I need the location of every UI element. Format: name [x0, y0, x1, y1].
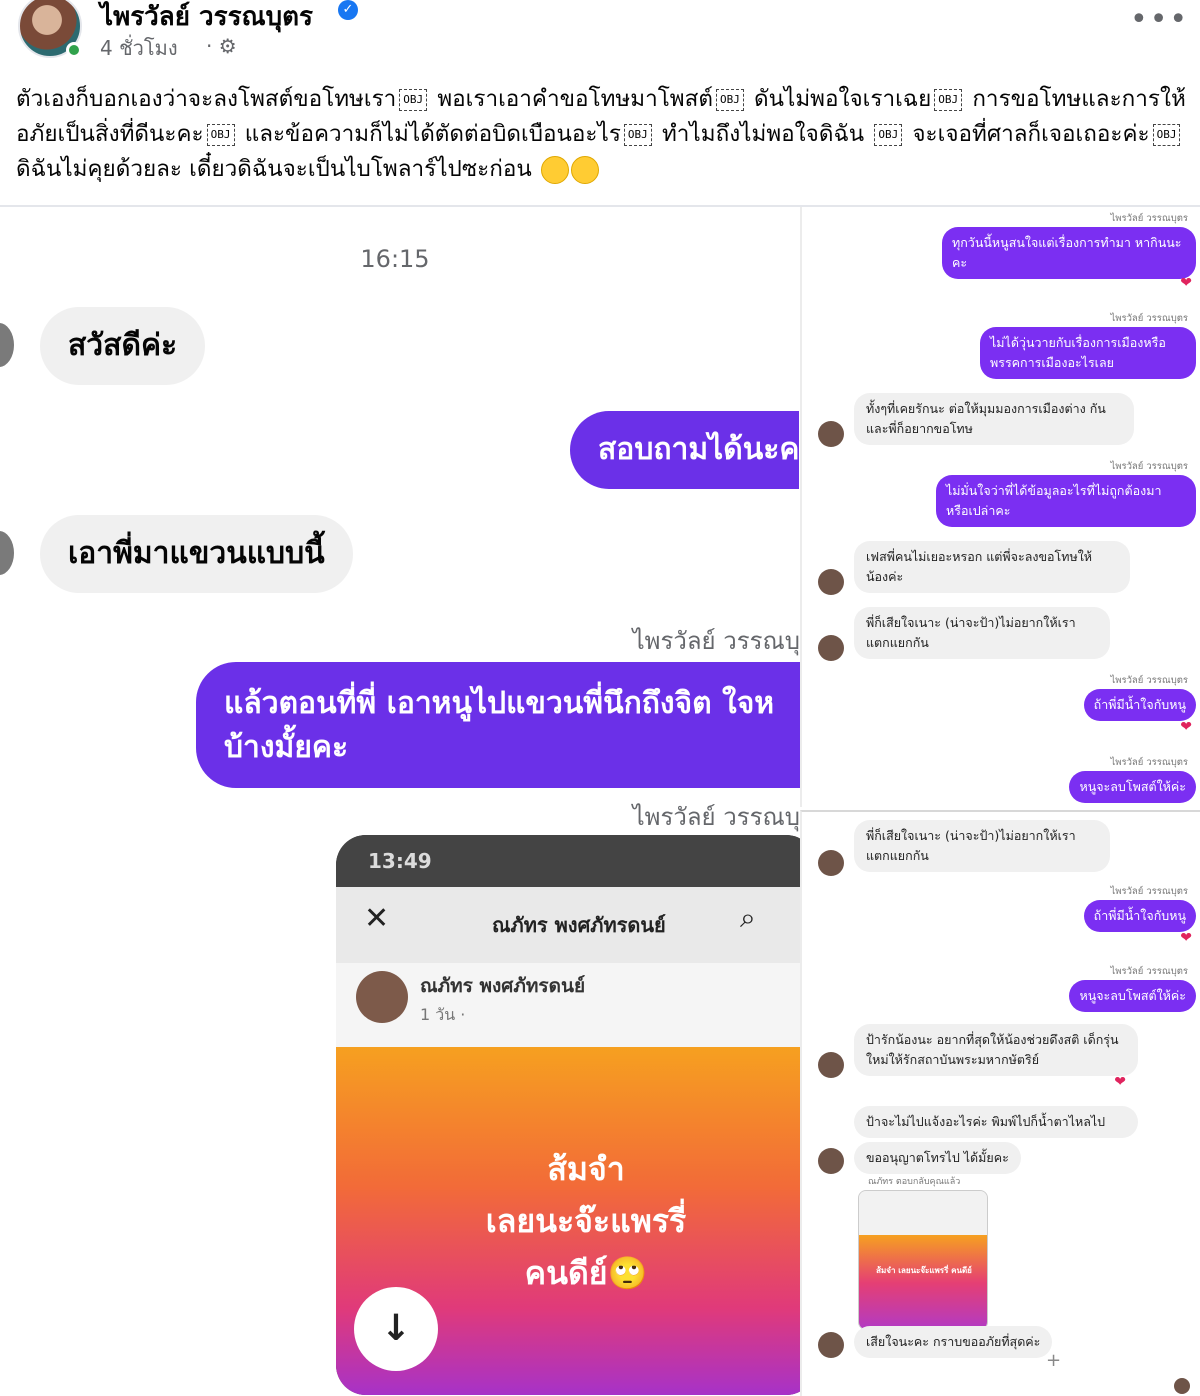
card-title: ณภัทร พงศภัทรดนย์ [492, 913, 666, 937]
sender-label: ไพรวัลย์ วรรณบุ [632, 803, 800, 831]
incoming-message: เอาพี่มาแขวนแบบนี้ [40, 515, 353, 593]
verified-badge-icon: ✓ [338, 0, 358, 20]
contact-avatar [818, 1148, 844, 1174]
chat-screenshot-zoomed: 16:15 สวัสดีค่ะ สอบถามได้นะค เอาพี่มาแขว… [0, 207, 800, 1396]
post-text-part: จะเจอที่ศาลก็เจอเถอะค่ะ [912, 121, 1150, 147]
card-user-time: 1 วัน · [420, 1005, 466, 1024]
object-replacement-icon: OBJ [399, 88, 428, 111]
chat-screenshot-bottom: พี่ก็เสียใจเนาะ (น่าจะป้า)ไม่อยากให้เรา … [800, 810, 1200, 1396]
incoming-message: ป้าจะไม่ไปแจ้งอะไรค่ะ พิมพ์ไปก็น้ำตาไหลไ… [854, 1106, 1138, 1138]
post-text-part: ทำไมถึงไม่พอใจดิฉัน [661, 121, 865, 147]
incoming-message: เสียใจนะคะ กราบขออภัยที่สุดค่ะ [854, 1326, 1053, 1358]
outgoing-message: ถ้าพี่มีน้ำใจกับหนู [1083, 689, 1196, 721]
post-timestamp[interactable]: 4 ชั่วโมง [100, 32, 178, 64]
heart-reaction-icon: ❤ [1180, 930, 1192, 946]
contact-avatar [0, 531, 14, 575]
search-icon[interactable]: ⌕ [740, 901, 756, 935]
outgoing-message: ถ้าพี่มีน้ำใจกับหนู [1083, 900, 1196, 932]
outgoing-message: ไม่มั่นใจว่าพี่ได้ข้อมูลอะไรที่ไม่ถูกต้อ… [936, 475, 1196, 527]
heart-reaction-icon: ❤ [1180, 719, 1192, 735]
download-arrow-icon[interactable]: ↓ [354, 1287, 438, 1371]
outgoing-message: หนูจะลบโพสต์ให้ค่ะ [1069, 980, 1196, 1012]
shared-post-card[interactable]: 13:49 ✕ ณภัทร พงศภัทรดนย์ ⌕ ณภัทร พงศภัท… [336, 835, 800, 1395]
chat-screenshot-top: ไพรวัลย์ วรรณบุตร ทุกวันนี้หนูสนใจแต่เรื… [800, 207, 1200, 807]
object-replacement-icon: OBJ [715, 88, 744, 111]
incoming-message: พี่ก็เสียใจเนาะ (น่าจะป้า)ไม่อยากให้เรา … [854, 607, 1110, 659]
outgoing-message-multiline: แล้วตอนที่พี่ เอาหนูไปแขวนพี่นึกถึงจิต ใ… [196, 662, 800, 788]
thumbnail-header [859, 1191, 987, 1235]
object-replacement-icon: OBJ [206, 123, 235, 146]
contact-avatar [818, 850, 844, 876]
post-text-part: ตัวเองก็บอกเองว่าจะลงโพสต์ขอโทษเรา [16, 86, 397, 112]
sender-label: ไพรวัลย์ วรรณบุตร [1110, 213, 1188, 224]
add-reaction-icon[interactable]: + [1046, 1350, 1061, 1371]
contact-avatar [0, 323, 14, 367]
contact-avatar [818, 569, 844, 595]
avatar [356, 971, 408, 1023]
sender-label: ไพรวัลย์ วรรณบุ [632, 627, 800, 655]
shared-post-thumbnail[interactable]: ส้มจำ เลยนะจ๊ะแพรรี่ คนดีย์ [858, 1190, 988, 1330]
incoming-message: พี่ก็เสียใจเนาะ (น่าจะป้า)ไม่อยากให้เรา … [854, 820, 1110, 872]
incoming-message: สวัสดีค่ะ [40, 307, 206, 385]
post-text-part: และข้อความก็ไม่ได้ตัดต่อบิดเบือนอะไร [244, 121, 621, 147]
incoming-message: ขออนุญาตโทรไป ได้มั้ยคะ [854, 1142, 1021, 1174]
reply-indicator: ณภัทร ตอบกลับคุณแล้ว [868, 1177, 961, 1187]
card-gradient-post: ส้มจำ เลยนะจ๊ะแพรรี่ คนดีย์🙄 ↓ [336, 1047, 800, 1395]
sender-label: ไพรวัลย์ วรรณบุตร [1110, 675, 1188, 686]
outgoing-message: สอบถามได้นะค [570, 411, 800, 489]
contact-avatar [818, 1332, 844, 1358]
heart-reaction-icon: ❤ [1114, 1074, 1126, 1090]
post-text-part: ดันไม่พอใจเราเฉย [754, 86, 932, 112]
card-post-text: ส้มจำ เลยนะจ๊ะแพรรี่ คนดีย์🙄 [416, 1143, 756, 1299]
incoming-message: ทั้งๆที่เคยรักนะ ต่อให้มุมมองการเมืองต่า… [854, 393, 1134, 445]
online-status-icon [66, 42, 82, 58]
sender-label: ไพรวัลย์ วรรณบุตร [1110, 313, 1188, 324]
card-header: ✕ ณภัทร พงศภัทรดนย์ ⌕ [336, 887, 800, 963]
thumbnail-text: ส้มจำ เลยนะจ๊ะแพรรี่ คนดีย์ [859, 1235, 987, 1329]
sender-label: ไพรวัลย์ วรรณบุตร [1110, 886, 1188, 897]
heart-reaction-icon: ❤ [1180, 275, 1192, 291]
incoming-message: ป้ารักน้องนะ อยากที่สุดให้น้องช่วยดึงสติ… [854, 1024, 1138, 1076]
card-user-name: ณภัทร พงศภัทรดนย์ [420, 975, 586, 997]
card-post-line: คนดีย์🙄 [524, 1254, 648, 1292]
incoming-message: เฟสพี่คนไม่เยอะหรอก แต่พี่จะลงขอโทษให้ น… [854, 541, 1130, 593]
read-receipt-avatar [1174, 1378, 1190, 1394]
outgoing-message: ไม่ได้วุ่นวายกับเรื่องการเมืองหรือ พรรคก… [980, 327, 1196, 379]
close-icon[interactable]: ✕ [364, 901, 389, 936]
object-replacement-icon: OBJ [623, 123, 652, 146]
sender-label: ไพรวัลย์ วรรณบุตร [1110, 757, 1188, 768]
more-options-button[interactable]: ••• [1130, 2, 1189, 37]
post-text-part: พอเราเอาคำขอโทษมาโพสต์ [437, 86, 713, 112]
message-line: แล้วตอนที่พี่ เอาหนูไปแขวนพี่นึกถึงจิต ใ… [224, 686, 775, 721]
contact-avatar [818, 635, 844, 661]
chat-timestamp: 16:15 [360, 245, 430, 273]
card-post-line: ส้มจำ [547, 1150, 625, 1188]
object-replacement-icon: OBJ [934, 88, 963, 111]
eye-roll-emoji-icon [570, 155, 599, 184]
card-user-row: ณภัทร พงศภัทรดนย์ 1 วัน · [336, 963, 800, 1047]
gear-icon[interactable]: · ⚙ [206, 34, 237, 58]
message-line: บ้างมั้ยคะ [224, 730, 349, 765]
contact-avatar [818, 1052, 844, 1078]
card-post-line: เลยนะจ๊ะแพรรี่ [485, 1202, 687, 1240]
contact-avatar [818, 421, 844, 447]
outgoing-message: ทุกวันนี้หนูสนใจแต่เรื่องการทำมา หากินนะ… [942, 227, 1196, 279]
sender-label: ไพรวัลย์ วรรณบุตร [1110, 461, 1188, 472]
post-text: ตัวเองก็บอกเองว่าจะลงโพสต์ขอโทษเรา OBJ พอ… [16, 82, 1186, 187]
outgoing-message: หนูจะลบโพสต์ให้ค่ะ [1069, 771, 1196, 803]
eye-roll-emoji-icon [540, 155, 569, 184]
object-replacement-icon: OBJ [1152, 123, 1181, 146]
post-text-part: ดิฉันไม่คุยด้วยละ เดี๋ยวดิฉันจะเป็นไบโพล… [16, 156, 532, 182]
object-replacement-icon: OBJ [874, 123, 903, 146]
sender-label: ไพรวัลย์ วรรณบุตร [1110, 966, 1188, 977]
post-header: ไพรวัลย์ วรรณบุตร ✓ 4 ชั่วโมง · ⚙ ••• [0, 0, 1200, 70]
phone-status-time: 13:49 [336, 835, 800, 887]
